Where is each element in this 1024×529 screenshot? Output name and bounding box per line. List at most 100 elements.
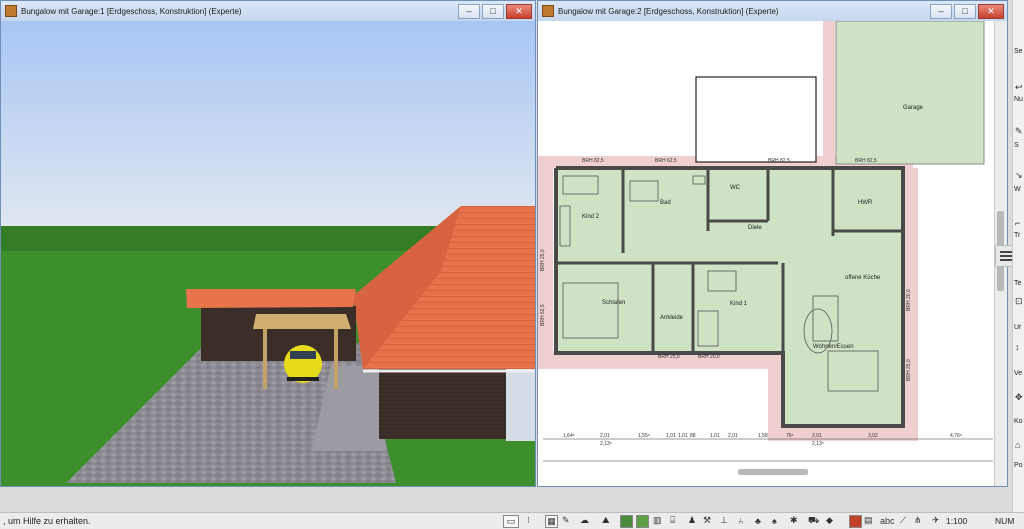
app-icon [5, 5, 17, 17]
svg-text:1,64⁵: 1,64⁵ [563, 433, 575, 439]
plant-icon[interactable] [636, 515, 649, 528]
window-3d-titlebar[interactable]: Bungalow mit Garage:1 [Erdgeschoss, Kons… [1, 1, 535, 22]
window-plan-title: Bungalow mit Garage:2 [Erdgeschoss, Kons… [558, 6, 779, 16]
garage-roof [186, 289, 356, 308]
sidebar-label: Se [1014, 48, 1023, 55]
color-icon[interactable] [849, 515, 862, 528]
window-tag: BRH 25,0 [906, 359, 912, 381]
room-label-schlafen: Schlafen [602, 300, 625, 306]
room-label-wc: WC [730, 185, 741, 191]
room-label-kueche: offene Küche [845, 275, 881, 281]
window-tag: BRH 20,0 [698, 354, 720, 360]
camera-icon[interactable]: ✈ [932, 515, 940, 526]
minimize-button[interactable]: – [930, 4, 952, 19]
carport-roof [253, 314, 351, 329]
car-bumper [287, 377, 319, 381]
shutter-icon[interactable]: ▥ [653, 515, 662, 526]
measure-icon[interactable]: ⊥ [720, 515, 728, 526]
window-tag: BRH 25,0 [658, 354, 680, 360]
status-help-text: , um Hilfe zu erhalten. [3, 516, 91, 526]
sidebar-label: Ve [1014, 370, 1023, 377]
arrow-icon: ↘ [1015, 170, 1023, 180]
sidebar-label: Tr [1014, 232, 1021, 239]
tree-icon[interactable]: ♣ [755, 515, 761, 526]
3d-scene[interactable] [1, 21, 535, 486]
window-tag: BRH 20,0 [906, 289, 912, 311]
close-button[interactable]: ✕ [506, 4, 532, 19]
window-tag: BRH 82,5 [582, 158, 604, 164]
shape-icon[interactable]: ◆ [826, 515, 833, 526]
room-label-ankleide: Ankleide [660, 315, 684, 321]
sidebar-label: Po [1014, 462, 1023, 469]
pencil-icon[interactable]: ✎ [562, 515, 570, 526]
house-icon: ⌂ [1015, 440, 1021, 450]
minimize-button[interactable]: – [458, 4, 480, 19]
cloud-icon[interactable]: ☁ [580, 515, 589, 526]
svg-text:2,01: 2,01 [812, 433, 822, 439]
window-tag: BRH 82,5 [855, 158, 877, 164]
terrace-grate [695, 76, 817, 163]
window-3d[interactable]: Bungalow mit Garage:1 [Erdgeschoss, Kons… [0, 0, 536, 487]
svg-text:88: 88 [690, 433, 696, 439]
room-label-bad: Bad [660, 200, 671, 206]
carport-post [263, 329, 267, 389]
svg-text:2,01: 2,01 [728, 433, 738, 439]
carport-post [334, 329, 338, 389]
3d-view-icon[interactable]: ▭ [503, 515, 519, 528]
svg-text:1,55⁵: 1,55⁵ [638, 433, 650, 439]
terrain-strip [823, 21, 835, 168]
room-label-hwr: HWR [858, 200, 873, 206]
car-icon[interactable]: ⛟ [808, 515, 819, 526]
dotted-grid-icon[interactable]: ⁝ [527, 515, 530, 526]
spray-icon[interactable]: ⋔ [914, 515, 922, 526]
svg-text:2,13⁵: 2,13⁵ [600, 441, 612, 447]
texture-icon[interactable] [620, 515, 633, 528]
box-icon: ⊡ [1015, 296, 1023, 306]
car-windshield [290, 351, 316, 359]
stairs-icon: ⌐ [1015, 218, 1021, 228]
window-3d-title: Bungalow mit Garage:1 [Erdgeschoss, Kons… [21, 6, 242, 16]
chair-icon[interactable]: ⑃ [738, 515, 743, 526]
horizontal-scrollbar-thumb[interactable] [738, 469, 808, 475]
toy-icon[interactable]: ✱ [790, 515, 798, 526]
side-panel[interactable]: Se ↩ Nu ✎ S ↘ W ⌐ Tr Te ⊡ Ur ↕ Ve ✥ Ko ⌂ Po [1012, 0, 1024, 512]
garage-floor [835, 21, 985, 165]
grid-icon[interactable]: ▦ [545, 515, 558, 528]
maximize-button[interactable]: □ [482, 4, 504, 19]
lawn-front [396, 461, 535, 486]
app-icon [542, 5, 554, 17]
svg-text:3,02: 3,02 [868, 433, 878, 439]
sidebar-label: W [1014, 186, 1021, 193]
maximize-button[interactable]: □ [954, 4, 976, 19]
person-icon[interactable]: ♟ [688, 515, 696, 526]
pen-icon: ✎ [1015, 126, 1023, 136]
window-tag: BRH 25,0 [540, 249, 546, 271]
sidebar-label: Ur [1014, 324, 1022, 331]
tool-icon[interactable]: ⚒ [703, 515, 711, 526]
room-label-wohnen: Wohnen/Essen [813, 344, 854, 350]
door-icon[interactable]: ⌸ [670, 515, 675, 526]
window-plan[interactable]: Bungalow mit Garage:2 [Erdgeschoss, Kons… [537, 0, 1008, 487]
status-bar: , um Hilfe zu erhalten. ▭ ⁝ ▦ ✎ ☁ ⛰ ▥ ⌸ … [0, 512, 1024, 529]
floor-plan-canvas[interactable]: Garage Bad WC HWR Kind 2 Diele Schlafen … [538, 21, 995, 486]
sidebar-label: S [1014, 142, 1019, 149]
terrain-icon[interactable]: ⛰ [602, 515, 610, 526]
lamp-icon[interactable]: ♠ [772, 515, 777, 526]
floor-plan[interactable]: Garage Bad WC HWR Kind 2 Diele Schlafen … [538, 21, 995, 486]
sidebar-label: Nu [1014, 96, 1023, 103]
text-tool-icon[interactable]: abc [880, 515, 895, 526]
window-tag: BRH 62,5 [540, 304, 546, 326]
close-button[interactable]: ✕ [978, 4, 1004, 19]
window-plan-titlebar[interactable]: Bungalow mit Garage:2 [Erdgeschoss, Kons… [538, 1, 1007, 22]
room-label-kind2: Kind 2 [582, 214, 600, 220]
window-tag: BRH 62,5 [655, 158, 677, 164]
3d-viewport[interactable] [1, 21, 535, 486]
layers-icon[interactable]: ▤ [864, 515, 873, 526]
line-icon[interactable]: ⟋ [900, 515, 906, 526]
house-floor [556, 168, 903, 426]
svg-text:1,01: 1,01 [666, 433, 676, 439]
undo-icon: ↩ [1015, 82, 1023, 92]
room-label-kind1: Kind 1 [730, 301, 748, 307]
svg-text:1,58: 1,58 [758, 433, 768, 439]
numlock-indicator: NUM [995, 516, 1015, 526]
